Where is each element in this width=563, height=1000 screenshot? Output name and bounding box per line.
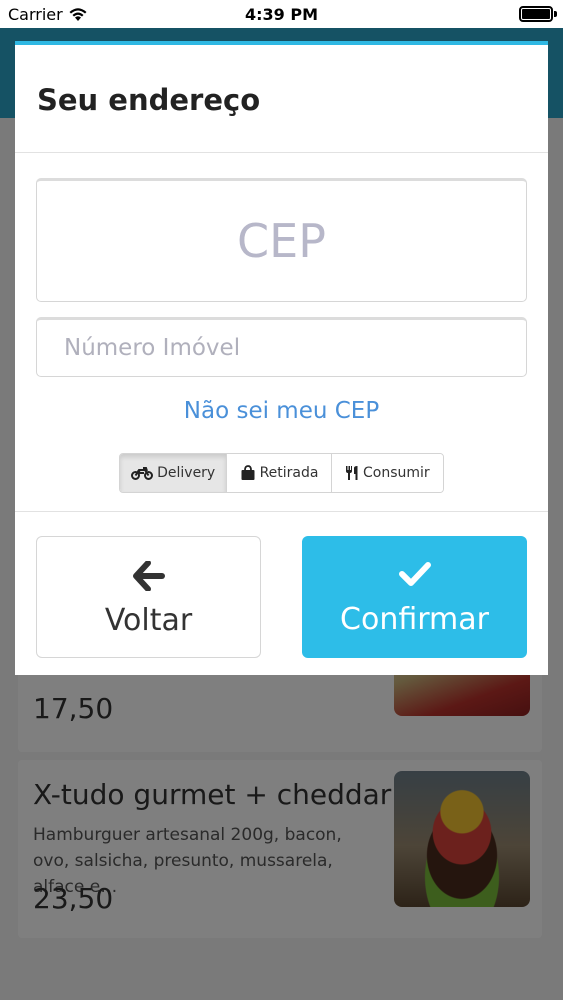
status-bar: Carrier 4:39 PM <box>0 0 563 28</box>
back-button[interactable]: Voltar <box>36 536 261 658</box>
order-type-delivery[interactable]: Delivery <box>120 454 228 492</box>
check-icon <box>302 560 527 594</box>
back-button-label: Voltar <box>104 603 193 638</box>
house-number-input[interactable] <box>36 317 527 377</box>
order-type-label: Consumir <box>363 465 430 481</box>
clock: 4:39 PM <box>244 5 318 24</box>
address-modal: Seu endereço Não sei meu CEP Delivery <box>15 41 548 675</box>
order-type-consumir[interactable]: Consumir <box>331 454 443 492</box>
order-type-label: Delivery <box>157 465 216 481</box>
shopping-bag-icon <box>240 465 256 481</box>
unknown-cep-link[interactable]: Não sei meu CEP <box>15 398 548 424</box>
confirm-button[interactable]: Confirmar <box>302 536 527 658</box>
battery-icon <box>519 6 553 22</box>
order-type-selector: Delivery Retirada Consumir <box>119 453 444 493</box>
arrow-left-icon <box>37 561 260 595</box>
cutlery-icon <box>345 465 359 481</box>
cep-input[interactable] <box>36 178 527 302</box>
order-type-label: Retirada <box>259 465 319 481</box>
order-type-retirada[interactable]: Retirada <box>227 454 332 492</box>
divider <box>15 152 548 153</box>
confirm-button-label: Confirmar <box>340 602 489 637</box>
divider <box>15 511 548 512</box>
modal-title: Seu endereço <box>37 83 261 117</box>
battery-tip <box>554 11 557 17</box>
motorcycle-icon <box>131 466 154 480</box>
